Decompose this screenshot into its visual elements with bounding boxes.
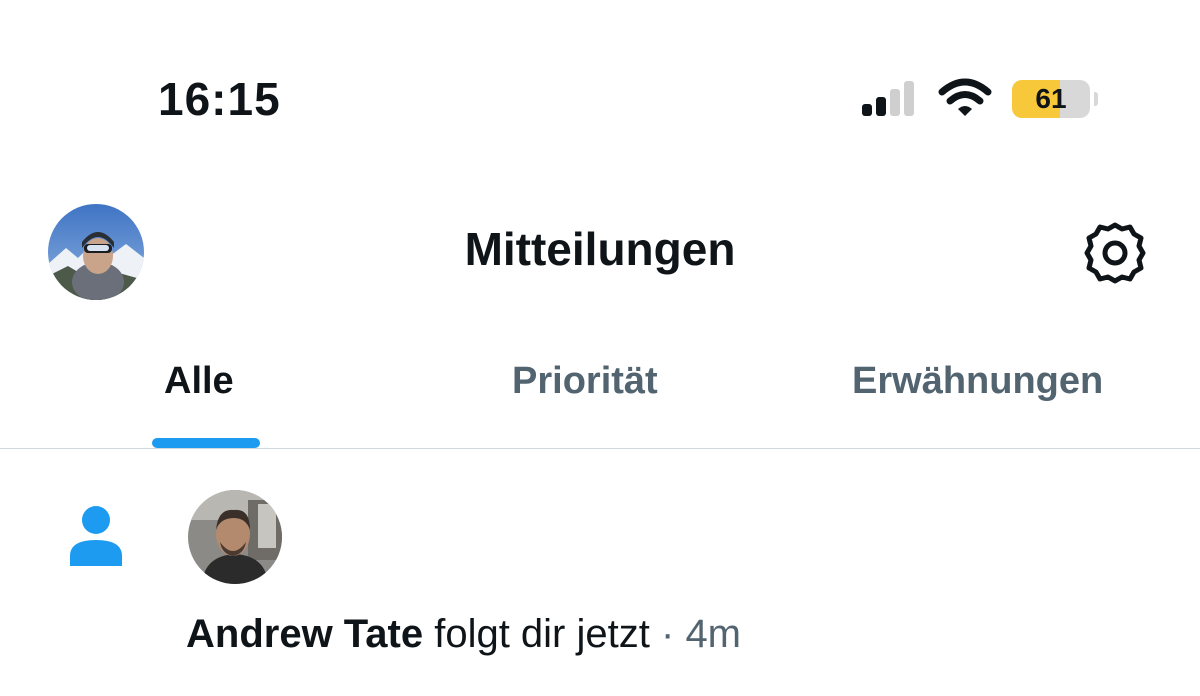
- notification-user-name[interactable]: Andrew Tate: [186, 612, 423, 656]
- notification-action: folgt dir jetzt: [434, 612, 650, 656]
- wifi-icon: [938, 78, 992, 116]
- notification-user-avatar[interactable]: [188, 490, 282, 584]
- battery-cap: [1094, 92, 1098, 106]
- notification-time: 4m: [685, 612, 742, 656]
- gear-icon[interactable]: [1082, 220, 1148, 286]
- notification-separator: ·: [660, 612, 675, 656]
- battery-indicator: 61: [1012, 80, 1098, 120]
- tabs-divider: [0, 448, 1200, 449]
- tab-erwaehnungen[interactable]: Erwähnungen: [852, 360, 1103, 403]
- person-icon: [70, 506, 122, 566]
- tab-alle[interactable]: Alle: [164, 360, 234, 403]
- status-time: 16:15: [158, 73, 281, 125]
- cellular-signal-icon: [862, 81, 914, 116]
- tab-prioritaet[interactable]: Priorität: [512, 360, 658, 403]
- page-title: Mitteilungen: [464, 223, 736, 275]
- active-tab-indicator: [152, 438, 260, 448]
- notification-text[interactable]: Andrew Tate folgt dir jetzt · 4m: [186, 612, 741, 657]
- battery-level-text: 61: [1035, 83, 1067, 114]
